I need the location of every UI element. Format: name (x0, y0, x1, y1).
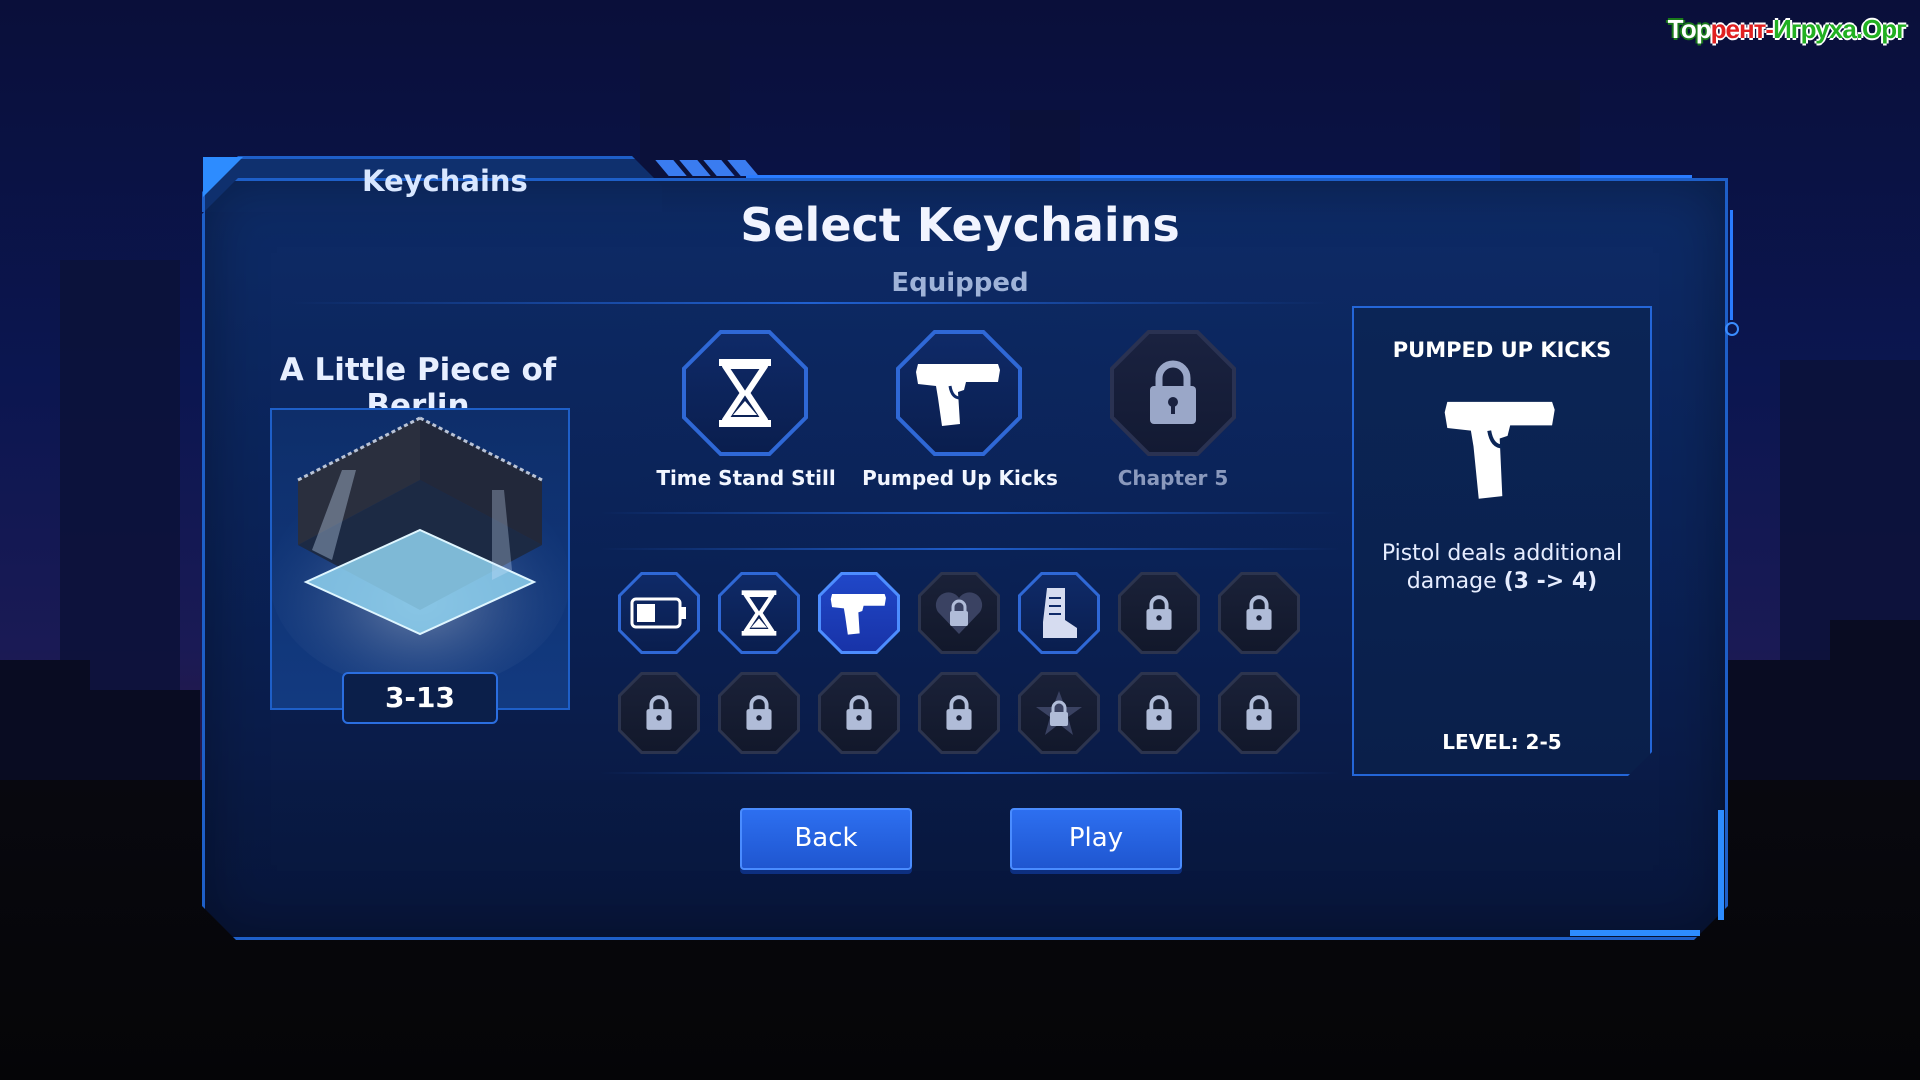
equipped-slot-time-stand-still[interactable] (682, 330, 808, 456)
level-preview (270, 408, 570, 710)
pistol-icon (1444, 401, 1555, 499)
detail-title: PUMPED UP KICKS (1392, 338, 1612, 362)
lock-icon (646, 695, 672, 730)
equipped-slot-pumped-up-kicks[interactable] (896, 330, 1022, 456)
edge-dot (1725, 322, 1739, 336)
star-lock-icon (1036, 691, 1082, 735)
keychain-slot-locked[interactable] (1118, 572, 1200, 654)
keychain-slot-locked[interactable] (1218, 572, 1300, 654)
lock-icon (946, 695, 972, 730)
keychain-slot-locked[interactable] (918, 672, 1000, 754)
equipped-slot-chapter-5[interactable] (1110, 330, 1236, 456)
tab-stripes (655, 160, 759, 178)
top-edge-line (746, 175, 1692, 178)
keychain-slot-heart-locked[interactable] (918, 572, 1000, 654)
watermark: Торрент-Игруха.Орг (1667, 14, 1907, 44)
separator (600, 548, 1340, 550)
keychain-slot-locked[interactable] (618, 672, 700, 754)
keychain-slot-locked[interactable] (1118, 672, 1200, 754)
corner-glow-right (1718, 810, 1724, 920)
separator (600, 512, 1340, 514)
corner-glow-bottom (1570, 930, 1700, 936)
keychain-slot-boot[interactable] (1018, 572, 1100, 654)
lock-icon (746, 695, 772, 730)
heart-lock-icon (935, 592, 983, 634)
detail-level: LEVEL: 2-5 (1442, 730, 1562, 754)
keychain-slot-locked[interactable] (818, 672, 900, 754)
detail-pistol-icon (1442, 394, 1560, 504)
separator (600, 772, 1340, 774)
lock-icon (1146, 595, 1172, 630)
keychain-slot-pistol[interactable] (818, 572, 900, 654)
level-code-badge: 3-13 (342, 672, 498, 724)
back-button[interactable]: Back (740, 808, 912, 870)
keychain-slot-hourglass[interactable] (718, 572, 800, 654)
boot-icon (1043, 588, 1077, 638)
lock-icon (1246, 595, 1272, 630)
play-button[interactable]: Play (1010, 808, 1182, 870)
lock-icon (1146, 695, 1172, 730)
keychain-slot-locked[interactable] (718, 672, 800, 754)
lock-icon (1246, 695, 1272, 730)
keychain-slot-star-locked[interactable] (1018, 672, 1100, 754)
pistol-icon (830, 593, 886, 635)
equipped-label: Chapter 5 (1117, 466, 1229, 490)
page-title: Select Keychains (740, 198, 1180, 252)
hourglass-icon (719, 359, 771, 427)
battery-icon (630, 597, 686, 629)
lock-icon (846, 695, 872, 730)
pistol-icon (916, 364, 1000, 426)
equipped-heading: Equipped (891, 268, 1029, 298)
lock-icon (1150, 360, 1196, 424)
detail-description: Pistol deals additional damage (3 -> 4) (1381, 541, 1623, 594)
equipped-label: Pumped Up Kicks (862, 466, 1058, 490)
keychain-slot-battery[interactable] (618, 572, 700, 654)
equipped-label: Time Stand Still (656, 466, 836, 490)
separator (290, 302, 1330, 304)
hourglass-icon (741, 590, 777, 636)
level-map-image (272, 416, 568, 690)
tab-title: Keychains (362, 164, 528, 198)
keychain-slot-locked[interactable] (1218, 672, 1300, 754)
